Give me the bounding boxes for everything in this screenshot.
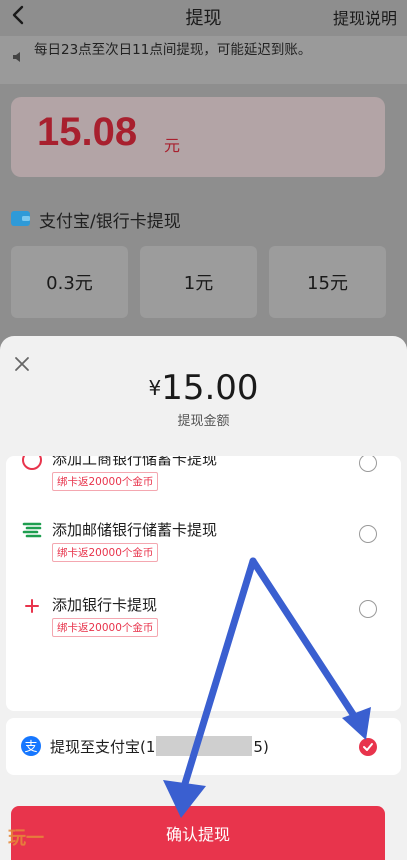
section-title: 支付宝/银行卡提现 [39,212,181,232]
payment-method-item[interactable]: 添加银行卡提现 绑卡返20000个金币 [6,586,401,656]
confirm-withdraw-button[interactable]: 确认提现 [11,806,385,860]
masked-account-number [156,736,253,756]
amount-option[interactable]: 0.3元 [11,246,128,318]
balance-card: 15.08 元 [11,97,385,177]
alipay-option[interactable]: 支 提现至支付宝(1 5) [6,718,401,775]
reward-badge: 绑卡返20000个金币 [52,618,159,637]
notice-text: 每日23点至次日11点间提现，可能延迟到账。 [34,42,312,58]
withdraw-bottom-sheet: ¥15.00 提现金额 添加工商银行储蓄卡提现 绑卡返20000个金币 添加邮储… [0,336,407,860]
reward-badge: 绑卡返20000个金币 [52,543,159,562]
balance-amount: 15.08 [37,110,138,154]
withdraw-amount: 15.00 [161,368,259,408]
top-bar: 提现 提现说明 [0,0,407,32]
wallet-icon [11,211,30,226]
withdraw-amount-display: ¥15.00 [0,368,407,408]
watermark-text: 玩一 [8,828,44,849]
checkmark-icon [363,743,373,751]
payment-method-item[interactable]: 添加邮储银行储蓄卡提现 绑卡返20000个金币 [6,511,401,581]
payment-method-item[interactable]: 添加工商银行储蓄卡提现 绑卡返20000个金币 [6,456,401,510]
psbc-icon [22,522,42,538]
alipay-label-suffix: 5) [253,738,269,756]
notice-bar: 每日23点至次日11点间提现，可能延迟到账。 [0,36,407,84]
payment-method-name: 添加邮储银行储蓄卡提现 [52,521,218,539]
payment-methods-list: 添加工商银行储蓄卡提现 绑卡返20000个金币 添加邮储银行储蓄卡提现 绑卡返2… [6,456,401,711]
radio-button[interactable] [359,600,377,618]
alipay-label-prefix: 提现至支付宝(1 [50,738,156,756]
radio-button[interactable] [359,525,377,543]
plus-icon [25,599,39,613]
withdraw-amount-label: 提现金额 [177,414,230,429]
radio-button[interactable] [359,456,377,472]
reward-badge: 绑卡返20000个金币 [52,472,159,491]
payment-method-name: 添加工商银行储蓄卡提现 [52,456,218,468]
amount-option[interactable]: 1元 [140,246,257,318]
payment-method-name: 添加银行卡提现 [52,596,158,614]
amount-option[interactable]: 15元 [269,246,386,318]
alipay-account-label: 提现至支付宝(1 5) [50,736,269,757]
alipay-icon: 支 [21,736,41,756]
svg-text:支: 支 [24,740,37,755]
bank-card-icon [22,456,42,470]
currency-symbol: ¥ [148,376,162,400]
balance-unit: 元 [164,136,181,155]
speaker-icon [13,52,20,62]
withdraw-help-link[interactable]: 提现说明 [333,5,397,29]
radio-button-checked[interactable] [359,738,377,756]
